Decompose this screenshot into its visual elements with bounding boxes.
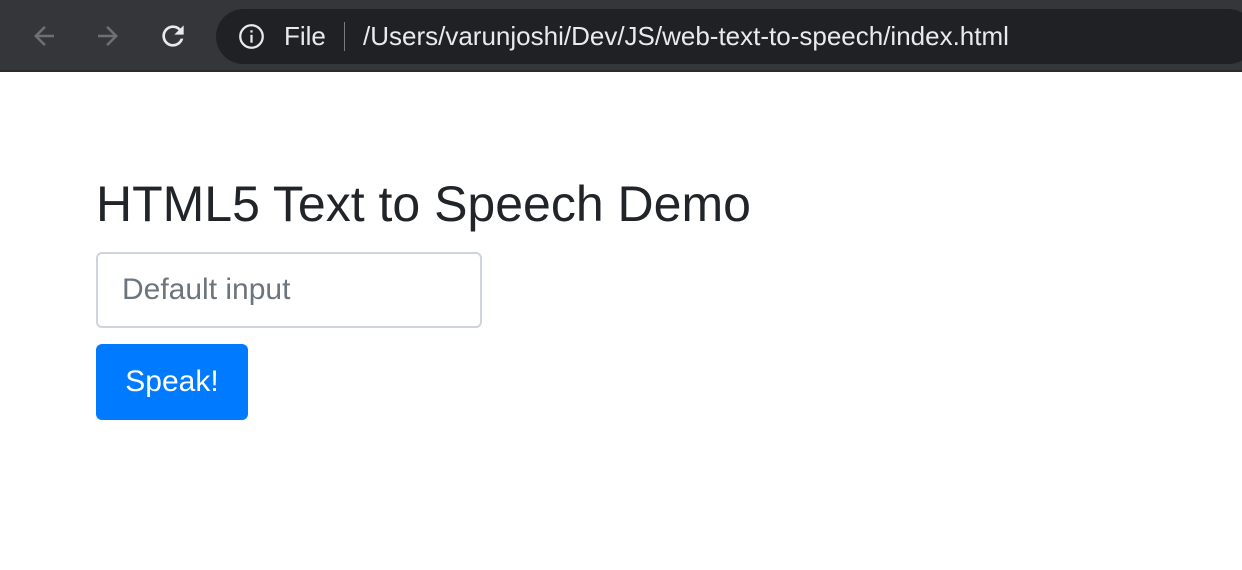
arrow-right-icon: [93, 21, 123, 51]
info-icon[interactable]: [238, 23, 265, 50]
page-title: HTML5 Text to Speech Demo: [96, 176, 751, 232]
speak-button[interactable]: Speak!: [96, 344, 248, 420]
reload-button[interactable]: [155, 18, 191, 54]
forward-button[interactable]: [90, 18, 126, 54]
browser-toolbar: File /Users/varunjoshi/Dev/JS/web-text-t…: [0, 0, 1242, 72]
address-bar[interactable]: File /Users/varunjoshi/Dev/JS/web-text-t…: [216, 9, 1242, 64]
arrow-left-icon: [29, 21, 59, 51]
address-divider: [344, 22, 345, 51]
url-scheme-label: File: [284, 21, 326, 51]
speech-text-input[interactable]: [96, 252, 482, 328]
back-button[interactable]: [26, 18, 62, 54]
reload-icon: [157, 20, 189, 52]
url-text[interactable]: /Users/varunjoshi/Dev/JS/web-text-to-spe…: [363, 9, 1009, 64]
